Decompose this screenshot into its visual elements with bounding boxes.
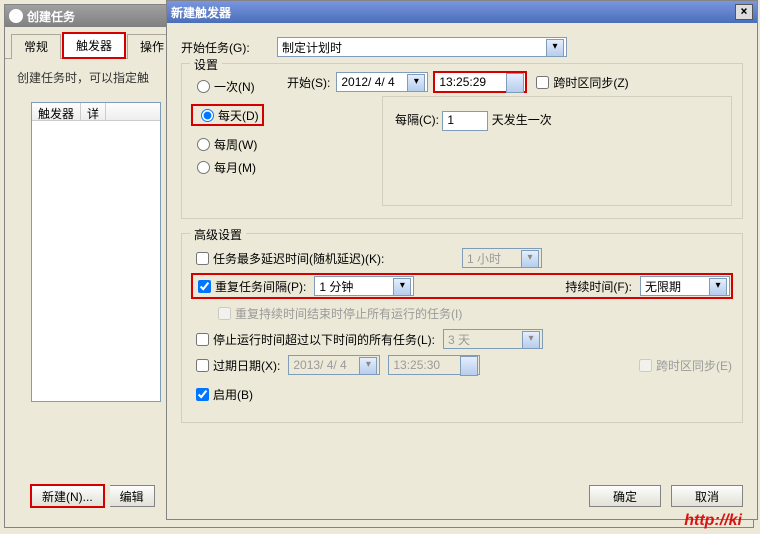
enabled-checkbox[interactable]: 启用(B) (192, 385, 253, 404)
cross-timezone-checkbox[interactable]: 跨时区同步(Z) (532, 73, 628, 92)
trigger-listbox[interactable]: 触发器 详 (31, 102, 161, 402)
start-date-picker[interactable]: 2012/ 4/ 4 (336, 72, 428, 92)
watermark-text: http://ki (684, 512, 742, 530)
recur-label: 每隔(C): (395, 113, 439, 127)
expire-tz-checkbox: 跨时区同步(E) (635, 356, 732, 375)
duration-label: 持续时间(F): (565, 278, 632, 295)
list-col-detail: 详 (81, 103, 106, 120)
cancel-button[interactable]: 取消 (671, 485, 743, 507)
clock-icon (9, 9, 23, 23)
expire-checkbox[interactable]: 过期日期(X): (192, 356, 280, 375)
settings-legend: 设置 (190, 56, 222, 73)
delay-select: 1 小时 (462, 248, 542, 268)
new-trigger-titlebar: 新建触发器 × (167, 1, 757, 23)
expire-time-spinner: 13:25:30▲▼ (388, 355, 480, 375)
ok-button[interactable]: 确定 (589, 485, 661, 507)
create-task-title: 创建任务 (27, 8, 75, 25)
start-time-spinner[interactable]: 13:25:29▲▼ (434, 72, 526, 92)
recur-value-input[interactable]: 1 (442, 111, 488, 131)
repeat-checkbox[interactable]: 重复任务间隔(P): (194, 277, 306, 296)
advanced-fieldset: 高级设置 任务最多延迟时间(随机延迟)(K): 1 小时 重复任务间隔(P): … (181, 233, 743, 423)
expire-date-picker: 2013/ 4/ 4 (288, 355, 380, 375)
new-trigger-dialog: 新建触发器 × 开始任务(G): 制定计划时 设置 一次(N) 每天(D) 每周… (166, 0, 758, 520)
repeat-interval-select[interactable]: 1 分钟 (314, 276, 414, 296)
radio-once[interactable]: 一次(N) (192, 77, 282, 95)
delay-checkbox[interactable]: 任务最多延迟时间(随机延迟)(K): (192, 249, 384, 268)
bottom-button-row: 新建(N)... 编辑 (31, 485, 155, 507)
dialog-button-bar: 确定 取消 (589, 485, 743, 507)
tab-general[interactable]: 常规 (11, 34, 61, 59)
recur-panel: 每隔(C): 1 天发生一次 (382, 96, 732, 206)
stop-at-end-checkbox: 重复持续时间结束时停止所有运行的任务(I) (214, 304, 462, 323)
start-label: 开始(S): (287, 74, 330, 91)
duration-select[interactable]: 无限期 (640, 276, 730, 296)
tab-triggers[interactable]: 触发器 (63, 33, 125, 58)
start-task-label: 开始任务(G): (181, 39, 271, 56)
settings-fieldset: 设置 一次(N) 每天(D) 每周(W) 每月(M) 开始(S): 2012/ … (181, 63, 743, 219)
advanced-legend: 高级设置 (190, 226, 246, 243)
start-task-select[interactable]: 制定计划时 (277, 37, 567, 57)
radio-daily[interactable]: 每天(D) (192, 105, 263, 125)
stop-after-select: 3 天 (443, 329, 543, 349)
list-col-trigger: 触发器 (32, 103, 81, 120)
new-trigger-title: 新建触发器 (171, 4, 231, 21)
edit-trigger-button[interactable]: 编辑 (110, 485, 155, 507)
new-trigger-button[interactable]: 新建(N)... (31, 485, 104, 507)
recur-suffix: 天发生一次 (492, 113, 552, 127)
list-header: 触发器 详 (32, 103, 160, 121)
frequency-radios: 一次(N) 每天(D) 每周(W) 每月(M) (192, 72, 282, 181)
stop-after-checkbox[interactable]: 停止运行时间超过以下时间的所有任务(L): (192, 330, 435, 349)
radio-weekly[interactable]: 每周(W) (192, 135, 282, 153)
close-icon[interactable]: × (735, 4, 753, 20)
radio-monthly[interactable]: 每月(M) (192, 158, 282, 176)
